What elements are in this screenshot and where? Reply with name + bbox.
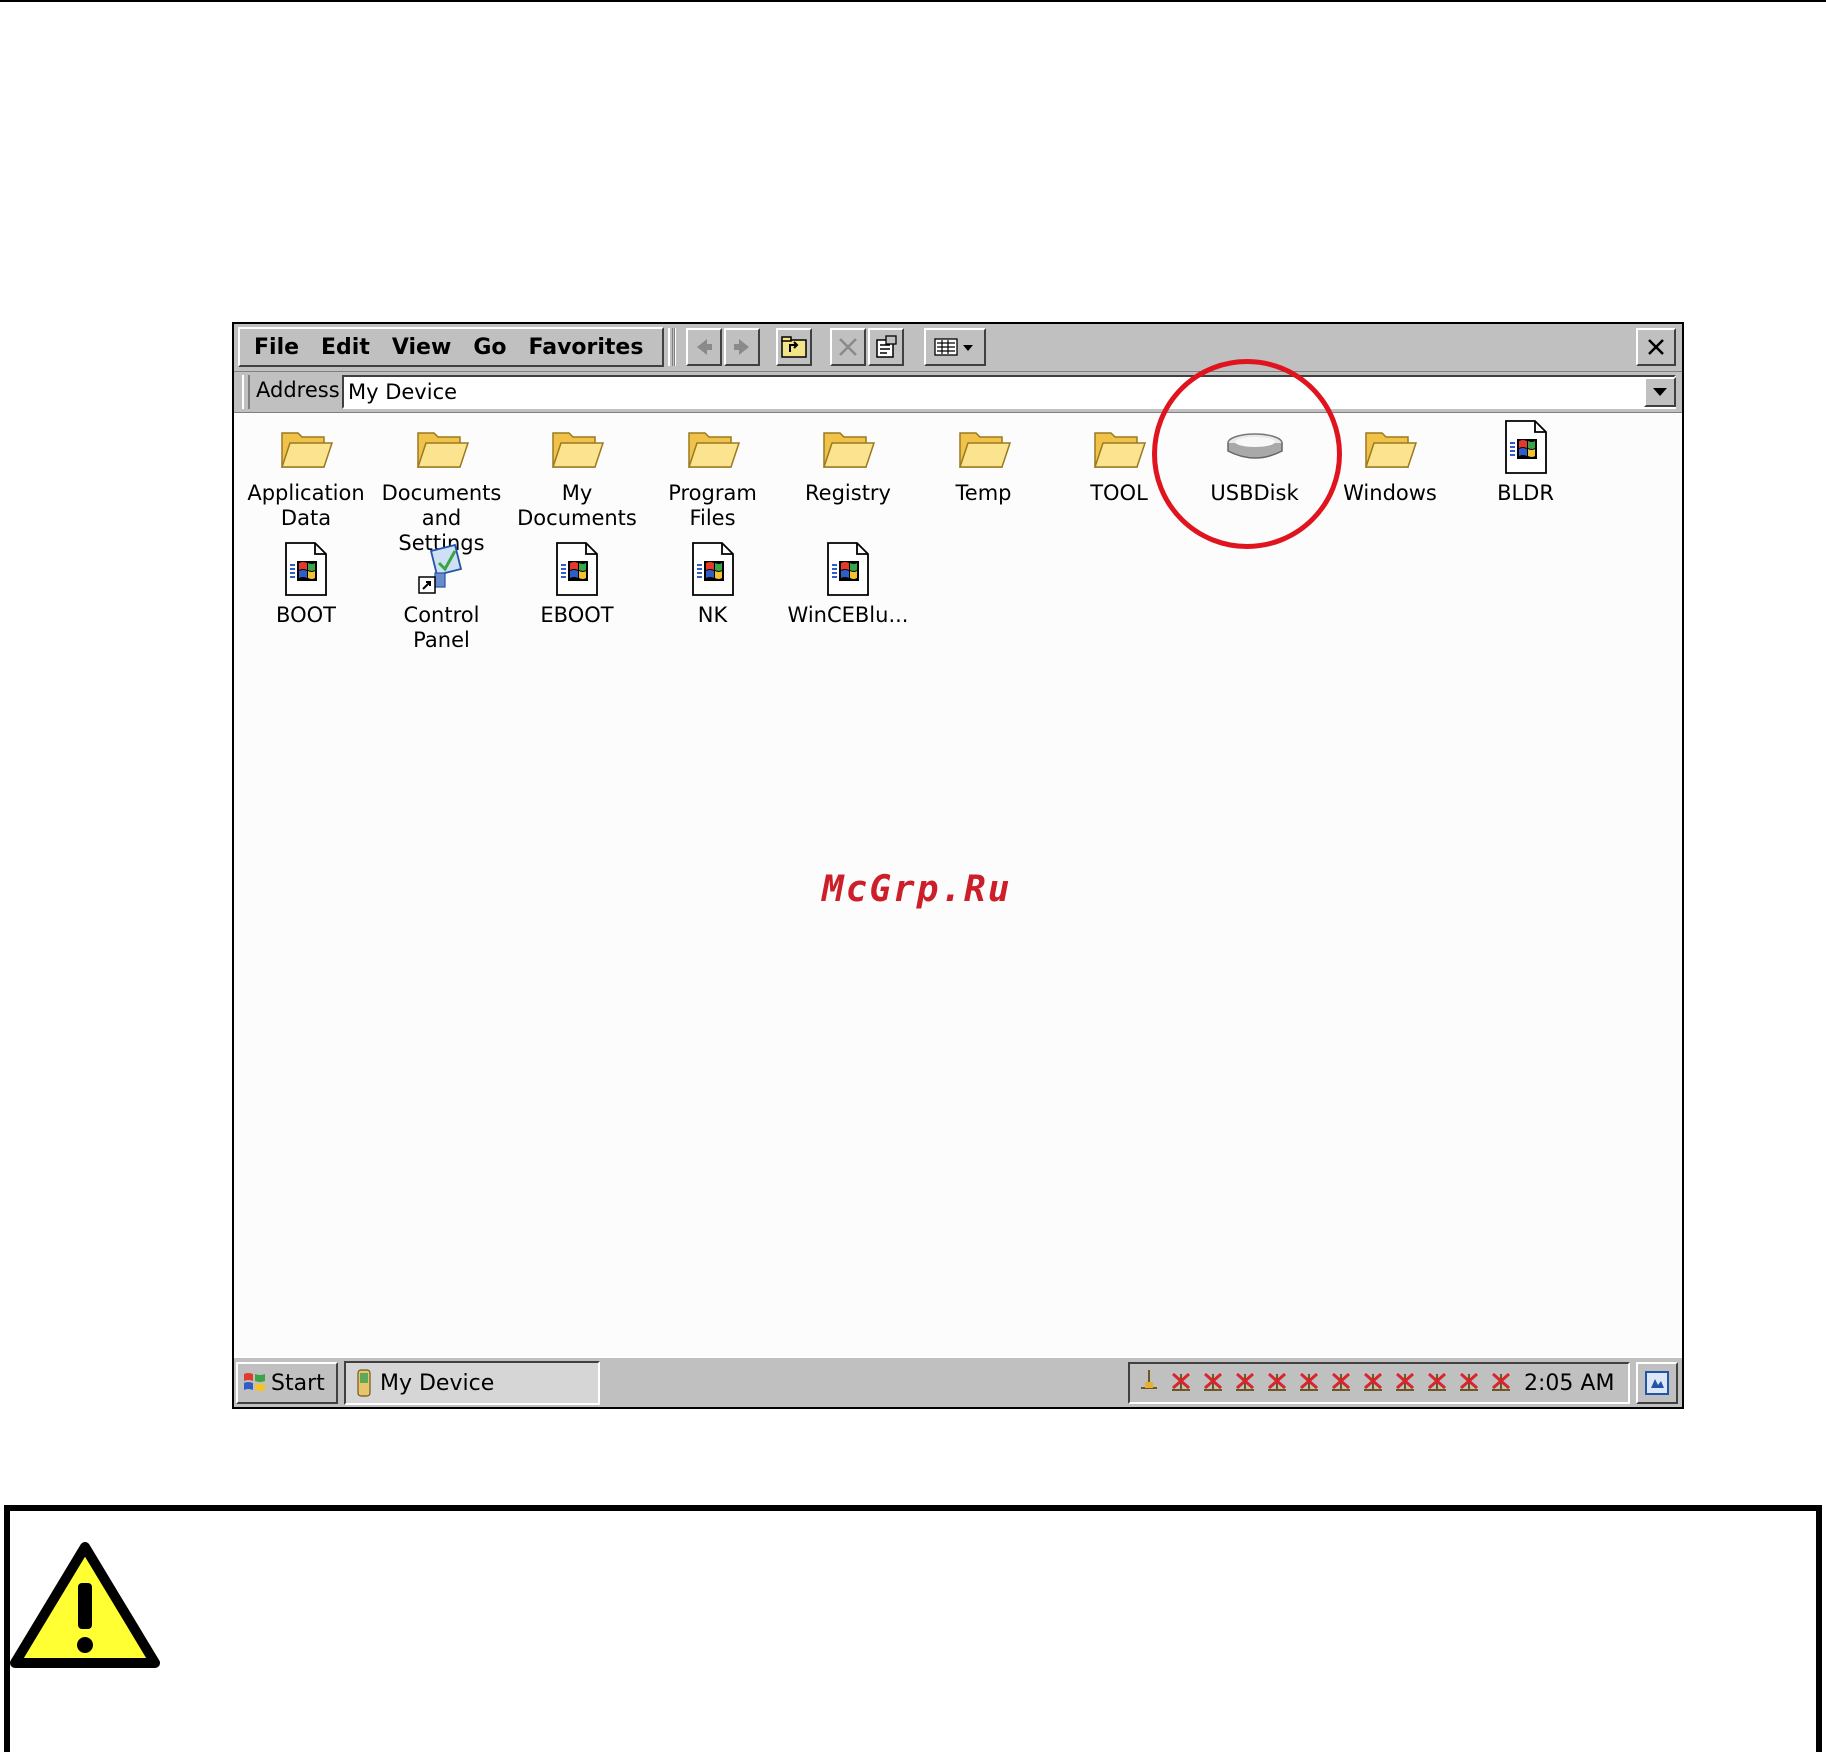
back-arrow-icon — [697, 339, 712, 355]
address-label: Address — [256, 378, 340, 402]
network-disconnected-icon[interactable] — [1296, 1368, 1322, 1398]
folder-icon — [954, 419, 1014, 475]
file-icon — [818, 541, 878, 597]
clock[interactable]: 2:05 AM — [1524, 1371, 1614, 1396]
warning-icon — [10, 1542, 160, 1668]
up-folder-button[interactable] — [776, 328, 812, 366]
network-disconnected-icon[interactable] — [1456, 1368, 1482, 1398]
page-top-rule — [0, 0, 1826, 2]
close-button[interactable] — [1636, 328, 1676, 366]
folder-icon — [818, 419, 878, 475]
list-item[interactable]: My Documents — [511, 419, 643, 531]
taskbar: Start My Device 2:05 AM — [234, 1356, 1682, 1407]
list-item[interactable]: EBOOT — [511, 541, 643, 628]
list-item[interactable]: Documents and Settings — [376, 419, 508, 556]
menu-view[interactable]: View — [392, 335, 451, 360]
list-item-label: EBOOT — [540, 603, 614, 627]
warning-box — [4, 1505, 1822, 1752]
properties-button[interactable] — [868, 328, 904, 366]
list-item[interactable]: Temp — [918, 419, 1050, 506]
delete-icon — [839, 338, 857, 356]
file-list-view[interactable]: McGrp.Ru Application Data Documents and S… — [234, 412, 1682, 1358]
menu-file[interactable]: File — [254, 335, 299, 360]
list-item-label: My Documents — [517, 481, 637, 530]
network-disconnected-icon[interactable] — [1168, 1368, 1194, 1398]
list-item-label: BLDR — [1497, 481, 1554, 505]
forward-button[interactable] — [724, 328, 760, 366]
folder-icon — [1360, 419, 1420, 475]
list-item-label: BOOT — [276, 603, 336, 627]
list-item[interactable]: Application Data — [240, 419, 372, 531]
list-item-label: Registry — [805, 481, 891, 505]
usb-tray-icon[interactable] — [1136, 1368, 1162, 1398]
list-item[interactable]: BLDR — [1460, 419, 1592, 506]
forward-arrow-icon — [734, 339, 749, 355]
folder-icon — [547, 419, 607, 475]
control-panel-icon — [412, 541, 472, 597]
windows-logo-icon — [244, 1373, 265, 1391]
views-icon — [934, 338, 973, 356]
list-item[interactable]: NK — [647, 541, 779, 628]
folder-up-icon — [781, 336, 807, 358]
device-icon — [357, 1369, 371, 1397]
views-button[interactable] — [924, 328, 986, 366]
folder-icon — [683, 419, 743, 475]
file-icon — [683, 541, 743, 597]
list-item-label: NK — [697, 603, 728, 627]
folder-icon — [1089, 419, 1149, 475]
address-grip[interactable] — [242, 375, 250, 409]
task-label: My Device — [380, 1370, 495, 1396]
address-dropdown-button[interactable] — [1644, 377, 1676, 407]
watermark-text: McGrp.Ru — [822, 869, 1012, 910]
network-disconnected-icon[interactable] — [1488, 1368, 1514, 1398]
network-disconnected-icon[interactable] — [1232, 1368, 1258, 1398]
menu-go[interactable]: Go — [473, 335, 506, 360]
network-disconnected-icon[interactable] — [1328, 1368, 1354, 1398]
list-item[interactable]: Windows — [1324, 419, 1456, 506]
file-icon — [547, 541, 607, 597]
menu-favorites[interactable]: Favorites — [528, 335, 643, 360]
list-item[interactable]: Program Files — [647, 419, 779, 531]
command-bar: File Edit View Go Favorites — [234, 324, 1682, 372]
highlight-circle — [1152, 359, 1342, 549]
toolbar-grip[interactable] — [668, 328, 676, 366]
network-disconnected-icon[interactable] — [1360, 1368, 1386, 1398]
folder-icon — [412, 419, 472, 475]
list-item-label: Windows — [1343, 481, 1437, 505]
file-icon — [1496, 419, 1556, 475]
folder-icon — [276, 419, 336, 475]
properties-icon — [876, 335, 897, 358]
network-disconnected-icon[interactable] — [1200, 1368, 1226, 1398]
close-icon — [1648, 339, 1664, 355]
list-item[interactable]: Control Panel — [376, 541, 508, 653]
chevron-down-icon — [1653, 388, 1667, 396]
delete-button[interactable] — [830, 328, 866, 366]
system-tray: 2:05 AM — [1128, 1362, 1630, 1404]
start-label: Start — [271, 1370, 325, 1396]
show-desktop-button[interactable] — [1636, 1362, 1678, 1404]
list-item[interactable]: BOOT — [240, 541, 372, 628]
network-disconnected-icon[interactable] — [1424, 1368, 1450, 1398]
file-icon — [276, 541, 336, 597]
menu-bar: File Edit View Go Favorites — [238, 327, 665, 367]
tray-icons — [1136, 1368, 1514, 1398]
list-item-label: Application Data — [247, 481, 365, 530]
list-item-label: Temp — [955, 481, 1012, 505]
network-disconnected-icon[interactable] — [1392, 1368, 1418, 1398]
start-button[interactable]: Start — [236, 1362, 338, 1404]
list-item[interactable]: WinCEBlu... — [782, 541, 914, 628]
menu-edit[interactable]: Edit — [321, 335, 370, 360]
list-item-label: Control Panel — [403, 603, 480, 652]
network-disconnected-icon[interactable] — [1264, 1368, 1290, 1398]
list-item-label: WinCEBlu... — [787, 603, 909, 627]
address-input[interactable]: My Device — [342, 375, 1676, 409]
file-explorer-window: File Edit View Go Favorites Address My D… — [232, 322, 1684, 1409]
desktop-icon — [1645, 1371, 1669, 1395]
taskbar-my-device-button[interactable]: My Device — [344, 1361, 600, 1405]
list-item-label: Program Files — [668, 481, 757, 530]
back-button[interactable] — [686, 328, 722, 366]
list-item[interactable]: Registry — [782, 419, 914, 506]
address-bar: Address My Device — [234, 372, 1682, 412]
